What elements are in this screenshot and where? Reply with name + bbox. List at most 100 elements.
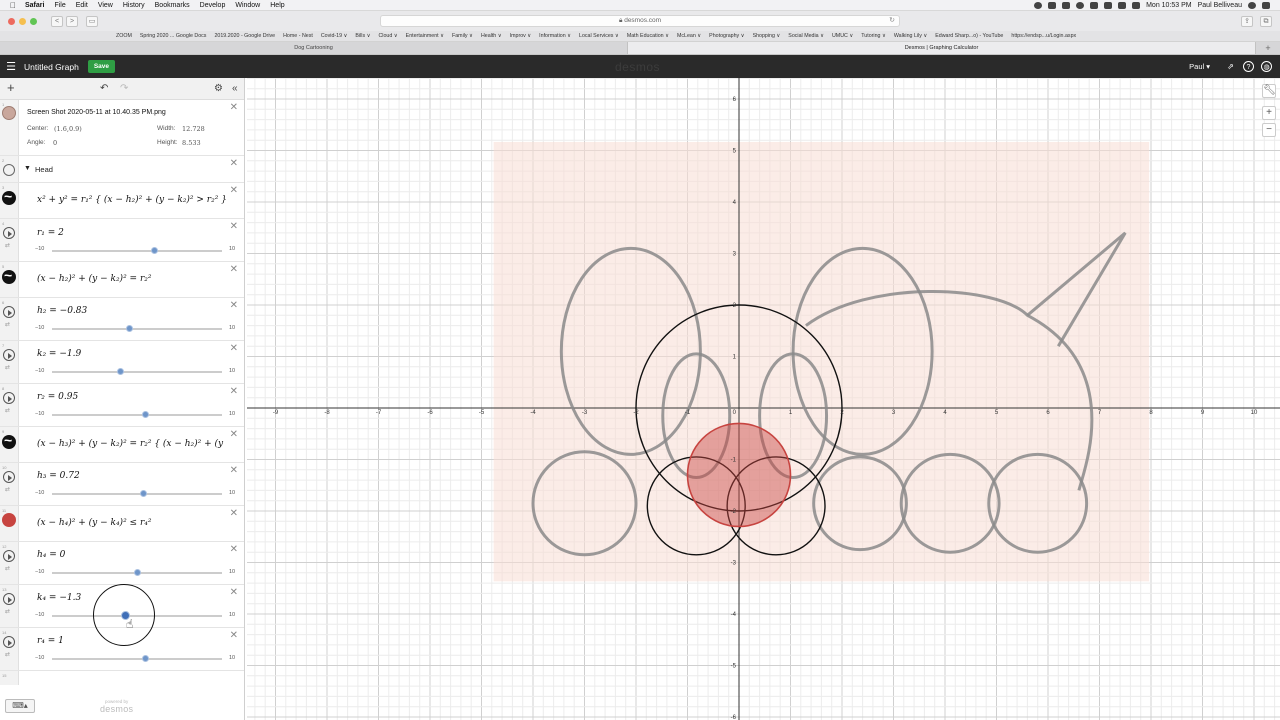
delete-expression-icon[interactable]: ✕: [230, 466, 238, 476]
folder-icon[interactable]: [3, 164, 15, 176]
help-icon[interactable]: ?: [1243, 61, 1254, 72]
slider-row-h4[interactable]: 12 ⇄ ✕ h₄ = 0 −10 10: [0, 542, 244, 585]
menu-develop[interactable]: Develop: [200, 2, 226, 9]
tab-overview-icon[interactable]: ⧉: [1260, 15, 1272, 27]
minimize-window-button[interactable]: [19, 17, 26, 25]
slider-knob[interactable]: [141, 411, 149, 418]
loop-icon[interactable]: ⇄: [5, 242, 10, 249]
graph-paper[interactable]: -9 -8 -7 -6 -5 -4 -3 -2 -1 1 2 3 4 5 6 7 8 9 10 0 6 5 4 3 2 1 -1 -2…: [247, 78, 1280, 720]
slider-knob[interactable]: [150, 247, 158, 254]
delete-expression-icon[interactable]: ✕: [230, 545, 238, 555]
slider-max[interactable]: 10: [229, 612, 235, 618]
menu-history[interactable]: History: [123, 2, 145, 9]
image-thumbnail-icon[interactable]: [2, 106, 16, 120]
slider-knob[interactable]: [117, 368, 125, 375]
image-width-value[interactable]: 12.728: [182, 125, 205, 133]
loop-icon[interactable]: ⇄: [5, 486, 10, 493]
forward-button[interactable]: >: [66, 15, 78, 27]
slider-track[interactable]: [52, 490, 222, 497]
slider-min[interactable]: −10: [35, 246, 44, 252]
slider-row-r2[interactable]: 8 ⇄ ✕ r₂ = 0.95 −10 10: [0, 384, 244, 427]
settings-gear-icon[interactable]: ⚙: [214, 83, 223, 94]
menubar-clock[interactable]: Mon 10:53 PM: [1146, 2, 1192, 9]
image-angle-value[interactable]: 0: [53, 139, 57, 147]
close-window-button[interactable]: [8, 17, 15, 25]
curve-style-icon[interactable]: [2, 432, 16, 449]
slider-min[interactable]: −10: [35, 612, 44, 618]
loop-icon[interactable]: ⇄: [5, 608, 10, 615]
expression-row[interactable]: 3 ✕ x² + y² = r₁² { (x − h₂)² + (y − k₂)…: [0, 183, 244, 219]
favorite-link[interactable]: Health ∨: [481, 33, 502, 39]
delete-expression-icon[interactable]: ✕: [230, 186, 238, 196]
slider-min[interactable]: −10: [35, 325, 44, 331]
favorite-link[interactable]: 2019.2020 - Google Drive: [214, 33, 275, 39]
favorite-link[interactable]: Shopping ∨: [753, 33, 781, 39]
delete-expression-icon[interactable]: ✕: [230, 159, 238, 169]
favorite-link[interactable]: Family ∨: [452, 33, 473, 39]
curve-style-icon[interactable]: [2, 188, 16, 205]
control-center-icon[interactable]: [1262, 1, 1270, 9]
delete-expression-icon[interactable]: ✕: [230, 509, 238, 519]
expression-row[interactable]: 11 ✕ (x − h₄)² + (y − k₄)² ≤ r₄²: [0, 506, 244, 542]
slider-knob[interactable]: [126, 325, 134, 332]
reload-icon[interactable]: ↻: [889, 16, 895, 26]
image-height-value[interactable]: 8.533: [182, 139, 201, 147]
expression-math[interactable]: x² + y² = r₁² { (x − h₂)² + (y − k₂)² > …: [37, 195, 227, 205]
folder-title[interactable]: Head: [35, 165, 53, 174]
favorite-link[interactable]: Bills ∨: [355, 33, 370, 39]
cloud-status-icon[interactable]: [1048, 1, 1057, 9]
favorite-link[interactable]: Entertainment ∨: [406, 33, 444, 39]
slider-label[interactable]: h₂ = −0.83: [37, 306, 87, 316]
favorite-link[interactable]: Information ∨: [539, 33, 571, 39]
slider-row-r1[interactable]: 4 ⇄ ✕ r₁ = 2 −10 10: [0, 219, 244, 262]
graph-settings-wrench-icon[interactable]: 🔧︎: [1262, 84, 1276, 98]
favorite-link[interactable]: McLean ∨: [677, 33, 701, 39]
curve-style-icon[interactable]: [2, 267, 16, 284]
slider-track[interactable]: [52, 247, 222, 254]
slider-label[interactable]: h₃ = 0.72: [37, 471, 80, 481]
apple-menu-icon[interactable]: : [10, 1, 16, 10]
collapse-panel-icon[interactable]: «: [232, 83, 238, 94]
delete-expression-icon[interactable]: ✕: [230, 344, 238, 354]
expression-math[interactable]: (x − h₃)² + (y − k₂)² = r₂² { (x − h₂)² …: [37, 439, 227, 449]
folder-collapse-icon[interactable]: ▼: [24, 165, 31, 172]
zoom-out-button[interactable]: −: [1262, 123, 1276, 137]
play-icon[interactable]: [3, 471, 15, 483]
new-tab-icon[interactable]: +: [1256, 42, 1280, 54]
image-center-value[interactable]: (1.6,0.9): [54, 125, 82, 133]
slider-label[interactable]: r₂ = 0.95: [37, 392, 78, 402]
slider-row-h3[interactable]: 10 ⇄ ✕ h₃ = 0.72 −10 10: [0, 463, 244, 506]
address-bar[interactable]: 🔒︎ desmos.com ↻: [380, 15, 900, 27]
wifi-status-icon[interactable]: [1104, 1, 1113, 9]
slider-label[interactable]: h₄ = 0: [37, 550, 65, 560]
fill-style-icon[interactable]: [2, 513, 16, 527]
slider-row-h2[interactable]: 6 ⇄ ✕ h₂ = −0.83 −10 10: [0, 298, 244, 341]
delete-expression-icon[interactable]: ✕: [230, 387, 238, 397]
slider-min[interactable]: −10: [35, 411, 44, 417]
play-icon[interactable]: [3, 593, 15, 605]
favorite-link[interactable]: Tutoring ∨: [861, 33, 886, 39]
keyboard-toggle-icon[interactable]: ⌨▴: [5, 699, 35, 713]
favorite-link[interactable]: Cloud ∨: [378, 33, 397, 39]
favorite-link[interactable]: Edward Sharp...o) - YouTube: [935, 33, 1003, 39]
zoom-in-button[interactable]: +: [1262, 106, 1276, 120]
favorite-link[interactable]: https://endsp...u/Login.aspx: [1011, 33, 1076, 39]
bluetooth-status-icon[interactable]: [1090, 1, 1099, 9]
favorite-link[interactable]: Covid-19 ∨: [321, 33, 348, 39]
play-icon[interactable]: [3, 550, 15, 562]
favorite-link[interactable]: Social Media ∨: [788, 33, 824, 39]
favorite-link[interactable]: Local Services ∨: [579, 33, 619, 39]
loop-icon[interactable]: ⇄: [5, 407, 10, 414]
volume-status-icon[interactable]: [1118, 1, 1127, 9]
favorite-link[interactable]: UMUC ∨: [832, 33, 853, 39]
menu-window[interactable]: Window: [235, 2, 260, 9]
menu-safari[interactable]: Safari: [25, 2, 44, 9]
menu-file[interactable]: File: [54, 2, 65, 9]
slider-min[interactable]: −10: [35, 569, 44, 575]
loop-icon[interactable]: ⇄: [5, 321, 10, 328]
sidebar-toggle-icon[interactable]: ▭: [86, 15, 98, 27]
slider-max[interactable]: 10: [229, 655, 235, 661]
sync-status-icon[interactable]: [1076, 1, 1085, 9]
graph-title[interactable]: Untitled Graph: [24, 62, 79, 72]
slider-track[interactable]: [52, 325, 222, 332]
